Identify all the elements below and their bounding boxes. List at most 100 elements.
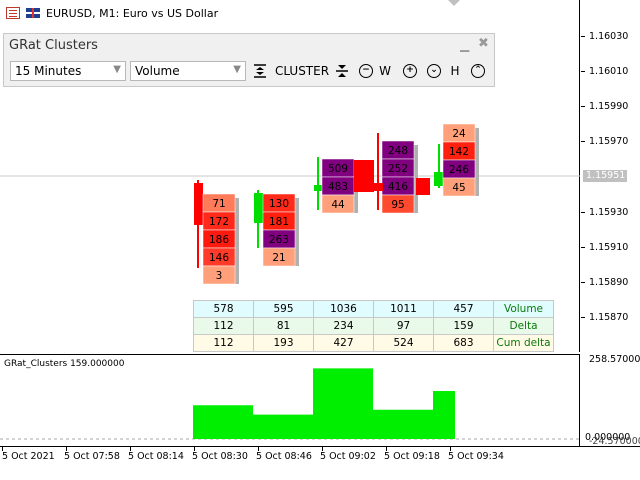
time-axis[interactable]: 5 Oct 2021 5 Oct 07:58 5 Oct 08:14 5 Oct…	[0, 446, 640, 480]
price-tick	[581, 36, 585, 37]
time-label: 5 Oct 09:18	[384, 451, 440, 462]
chevron-down-icon: ▼	[233, 64, 241, 75]
cluster-value: 186	[209, 234, 229, 246]
cluster-value: 44	[331, 199, 345, 211]
cluster-value: 71	[212, 198, 225, 210]
time-label: 5 Oct 2021	[2, 451, 55, 462]
cluster-candle: 248 252 416 95	[354, 133, 418, 214]
cluster-type-dropdown[interactable]: Volume ▼	[130, 61, 246, 81]
cluster-value: 416	[388, 181, 408, 193]
price-axis[interactable]: 1.16030 1.16010 1.15990 1.15970 1.15930 …	[581, 0, 640, 352]
candle-body	[254, 193, 263, 223]
price-label: 1.15970	[589, 136, 629, 147]
grat-clusters-panel[interactable]: GRat Clusters ▁ ✖ 15 Minutes ▼ Volume ▼ …	[3, 33, 495, 87]
cum-delta-cell: 193	[253, 334, 314, 352]
current-price-label: 1.15951	[583, 170, 627, 182]
cum-delta-row-label: Cum delta	[493, 334, 554, 352]
volume-cell: 578	[193, 300, 254, 318]
cluster-value: 483	[328, 181, 348, 193]
price-label: 1.15910	[589, 242, 629, 253]
delta-cell: 81	[253, 317, 314, 335]
cluster-value: 130	[269, 198, 289, 210]
panel-minimize-button[interactable]: ▁	[460, 38, 469, 52]
candle-body	[354, 160, 374, 192]
price-tick	[581, 282, 585, 283]
price-tick	[581, 141, 585, 142]
indicator-axis: 258.570000 0.000000 -24.570000	[581, 354, 640, 447]
chevron-down-circle-icon: ⌄	[427, 64, 441, 78]
indicator-histogram	[193, 368, 455, 439]
chevron-down-icon: ▼	[113, 64, 121, 75]
candle-body	[194, 183, 203, 225]
cluster-candle: 130 181 263 21	[254, 190, 299, 267]
cluster-value: 45	[452, 182, 465, 194]
volume-cell: 1036	[313, 300, 374, 318]
volume-row-label: Volume	[493, 300, 554, 318]
candle-body	[416, 178, 430, 195]
price-label: 1.15890	[589, 277, 629, 288]
cluster-value: 246	[449, 164, 469, 176]
cum-delta-cell: 683	[433, 334, 494, 352]
width-decrease-button[interactable]: −	[358, 62, 374, 80]
cluster-value: 142	[449, 146, 469, 158]
delta-cell: 159	[433, 317, 494, 335]
cluster-value: 146	[209, 252, 229, 264]
cum-delta-cell: 524	[373, 334, 434, 352]
delta-cell: 112	[193, 317, 254, 335]
collapse-vertical-button[interactable]	[334, 62, 350, 80]
cluster-value: 172	[209, 216, 229, 228]
cum-delta-cell: 427	[313, 334, 374, 352]
volume-cell: 457	[433, 300, 494, 318]
volume-cell: 1011	[373, 300, 434, 318]
cluster-candle: 509 483 44	[314, 157, 358, 214]
cluster-value: 95	[391, 199, 404, 211]
period-dropdown-value: 15 Minutes	[15, 64, 82, 78]
cluster-candle: 71 172 186 146 3	[194, 180, 239, 285]
panel-close-button[interactable]: ✖	[478, 36, 489, 51]
candle-body	[314, 185, 322, 191]
delta-cell: 97	[373, 317, 434, 335]
delta-row-label: Delta	[493, 317, 554, 335]
indicator-axis-max: 258.570000	[589, 354, 640, 365]
cluster-value: 509	[328, 163, 348, 175]
cluster-type-dropdown-value: Volume	[135, 64, 180, 78]
cluster-value: 3	[216, 270, 223, 282]
price-label: 1.16030	[589, 31, 629, 42]
price-label: 1.15930	[589, 207, 629, 218]
height-increase-button[interactable]: ⌃	[470, 62, 486, 80]
height-label: H	[450, 64, 460, 78]
main-chart[interactable]: EURUSD, M1: Euro vs US Dollar 71 172 186 14…	[0, 0, 580, 352]
delta-cell: 234	[313, 317, 374, 335]
cluster-value: 24	[452, 128, 466, 140]
time-label: 5 Oct 08:30	[192, 451, 248, 462]
period-dropdown[interactable]: 15 Minutes ▼	[10, 61, 126, 81]
cluster-value: 263	[269, 234, 289, 246]
volume-cell: 595	[253, 300, 314, 318]
time-label: 5 Oct 08:46	[256, 451, 312, 462]
expand-vertical-icon	[254, 64, 266, 78]
plus-circle-icon: +	[403, 64, 417, 78]
indicator-window[interactable]: GRat_Clusters 159.000000	[0, 354, 580, 446]
time-label: 5 Oct 09:02	[320, 451, 376, 462]
scroll-shift-marker[interactable]	[448, 0, 460, 6]
price-label: 1.16010	[589, 66, 629, 77]
candle-body	[374, 183, 383, 191]
width-label: W	[379, 64, 391, 78]
time-label: 5 Oct 09:34	[448, 451, 504, 462]
time-label: 5 Oct 08:14	[128, 451, 184, 462]
cluster-value: 21	[272, 252, 285, 264]
cluster-value: 181	[269, 216, 289, 228]
price-label: 1.15870	[589, 312, 629, 323]
time-label: 5 Oct 07:58	[64, 451, 120, 462]
stats-table: 578 595 1036 1011 457 Volume 112 81 234 …	[193, 300, 554, 352]
cum-delta-cell: 112	[193, 334, 254, 352]
expand-vertical-button[interactable]	[252, 62, 268, 80]
price-tick	[581, 71, 585, 72]
cluster-mode-button[interactable]: CLUSTER	[274, 62, 330, 80]
chevron-up-circle-icon: ⌃	[471, 64, 485, 78]
price-label: 1.15990	[589, 101, 629, 112]
candle-body	[434, 172, 443, 186]
width-increase-button[interactable]: +	[402, 62, 418, 80]
height-decrease-button[interactable]: ⌄	[426, 62, 442, 80]
price-tick	[581, 247, 585, 248]
